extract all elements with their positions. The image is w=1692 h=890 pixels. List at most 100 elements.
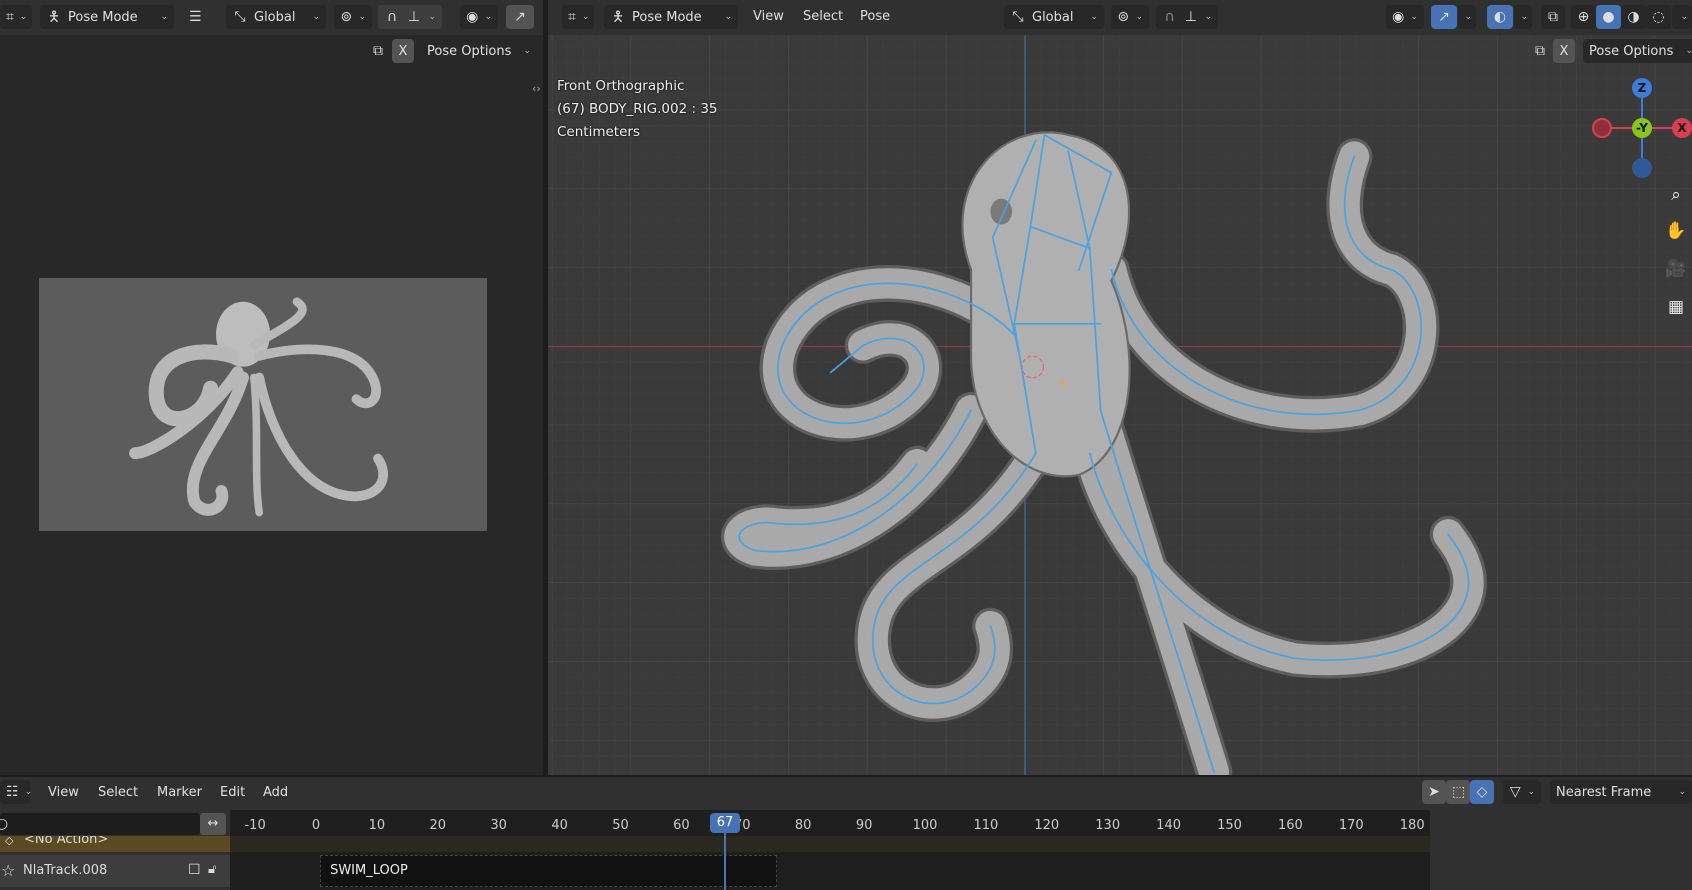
gizmo-neg-z-axis[interactable] bbox=[1632, 158, 1652, 178]
ruler-tick-label: 160 bbox=[1277, 818, 1303, 833]
ruler-tick-label: 20 bbox=[429, 818, 447, 833]
pose-mode-icon: 🯅 bbox=[47, 9, 61, 25]
lock-icon[interactable]: 🔓︎ bbox=[208, 862, 216, 877]
orientation-dropdown[interactable]: ⤡ Global ⌄ bbox=[1004, 5, 1104, 29]
gizmo-z-axis[interactable]: Z bbox=[1632, 78, 1652, 98]
menu-edit[interactable]: Edit bbox=[220, 785, 245, 800]
ruler-tick-label: 170 bbox=[1338, 818, 1364, 833]
nla-editor: ☷ ⌄ View Select Marker Edit Add ➤ ⬚ ◇ ▽ ⌄ … bbox=[0, 777, 1692, 890]
pivot-icon: ⊚ bbox=[340, 9, 353, 25]
shading-material[interactable]: ◑ bbox=[1621, 5, 1646, 29]
grid-view-icon[interactable]: ▦ bbox=[1664, 297, 1688, 321]
filter-dropdown[interactable]: ▽ ⌄ bbox=[1503, 780, 1541, 804]
ruler-tick-label: -10 bbox=[244, 818, 266, 833]
editor-type-button[interactable]: ⌗ ⌄ bbox=[562, 5, 594, 29]
solo-checkbox[interactable]: ☐ bbox=[188, 862, 201, 878]
editor-type-button[interactable]: ☷ ⌄ bbox=[0, 780, 32, 804]
ruler-tick-label: 90 bbox=[855, 818, 873, 833]
keyframe-icon: ◇ bbox=[5, 836, 14, 847]
camera-icon[interactable]: 🎥 bbox=[1664, 259, 1688, 283]
shading-solid[interactable]: ● bbox=[1596, 5, 1621, 29]
area-resize-handle[interactable]: ‹› bbox=[532, 82, 541, 95]
nla-ruler[interactable]: -10 0 10 20 30 40 50 60 70 80 90 100 110 120 130 140 150… bbox=[230, 810, 1430, 836]
ruler-tick-label: 30 bbox=[490, 818, 507, 833]
gizmo-toggle[interactable]: ↗ bbox=[1431, 5, 1457, 29]
mode-dropdown[interactable]: 🯅 Pose Mode ⌄ bbox=[40, 5, 174, 29]
shading-dropdown[interactable]: ⌄ bbox=[1672, 5, 1692, 29]
xray-toggle[interactable]: ⧉ bbox=[1541, 5, 1565, 29]
visibility-dropdown[interactable]: ◉ ⌄ bbox=[1386, 5, 1424, 29]
pose-options-dropdown[interactable]: Pose Options ⌄ bbox=[421, 39, 537, 63]
snap-icon: ∩ bbox=[1164, 9, 1175, 25]
orientation-dropdown[interactable]: ⤡ Global ⌄ bbox=[226, 5, 326, 29]
ruler-tick-label: 60 bbox=[673, 818, 690, 833]
solid-icon: ● bbox=[1602, 9, 1615, 25]
transform-orientation-icon: ⤡ bbox=[234, 9, 246, 25]
pivot-dropdown[interactable]: ⊚ ⌄ bbox=[334, 5, 372, 29]
x-mirror-button[interactable]: X bbox=[392, 39, 414, 63]
snap-icon: ∩ bbox=[386, 9, 398, 25]
filter-icon: ▽ bbox=[1509, 784, 1521, 800]
object-info: (67) BODY_RIG.002 : 35 bbox=[557, 101, 718, 117]
snap-increment-icon: ⊥ bbox=[1184, 9, 1197, 25]
nla-strip-swim-loop[interactable]: SWIM_LOOP bbox=[320, 855, 777, 887]
menu-view[interactable]: View bbox=[753, 9, 784, 24]
mirror-icon: ⧉ bbox=[373, 43, 383, 59]
tweak-tool[interactable]: ◇ bbox=[1470, 780, 1494, 804]
pose-options-dropdown[interactable]: Pose Options ⌄ bbox=[1583, 39, 1692, 63]
rendered-icon: ◌ bbox=[1652, 9, 1665, 25]
ruler-tick-label: 120 bbox=[1034, 818, 1060, 833]
overlays-dropdown[interactable]: ⌄ bbox=[1514, 5, 1532, 29]
channel-no-action[interactable]: ◇ <No Action> bbox=[0, 836, 230, 852]
gizmo-toggle[interactable]: ↗ bbox=[506, 5, 534, 29]
swap-button[interactable]: ↔ bbox=[200, 813, 226, 835]
units-label: Centimeters bbox=[557, 124, 640, 140]
menu-add[interactable]: Add bbox=[263, 785, 288, 800]
nla-editor-icon: ☷ bbox=[6, 784, 19, 800]
viewport-scene bbox=[548, 35, 1692, 775]
ruler-tick-label: 0 bbox=[311, 818, 321, 833]
channel-search[interactable]: ○ bbox=[0, 813, 200, 835]
editor-type-button[interactable]: ⌗ ⌄ bbox=[0, 5, 32, 29]
menu-marker[interactable]: Marker bbox=[157, 785, 202, 800]
snap-toggle[interactable]: ∩ ⊥ ⌄ bbox=[1156, 5, 1218, 29]
gizmo-icon: ↗ bbox=[1438, 9, 1450, 25]
visibility-icon: ◉ bbox=[466, 9, 479, 25]
gizmo-neg-x-axis[interactable] bbox=[1592, 118, 1612, 138]
gizmo-dropdown[interactable]: ⌄ bbox=[1458, 5, 1476, 29]
pan-hand-icon[interactable]: ✋ bbox=[1664, 221, 1688, 245]
select-tool[interactable]: ➤ bbox=[1422, 780, 1446, 804]
xray-icon: ⧉ bbox=[1548, 9, 1558, 25]
gizmo-x-axis[interactable]: X bbox=[1672, 118, 1692, 138]
3d-viewport[interactable]: ⌗ ⌄ 🯅 Pose Mode ⌄ View Select Pose ⤡ Global ⌄… bbox=[548, 0, 1692, 775]
pivot-dropdown[interactable]: ⊚ ⌄ bbox=[1111, 5, 1149, 29]
snap-mode-dropdown[interactable]: Nearest Frame ⌄ bbox=[1550, 780, 1692, 804]
view-name: Front Orthographic bbox=[557, 78, 685, 94]
overlays-toggle[interactable]: ◐ bbox=[1487, 5, 1513, 29]
shading-rendered[interactable]: ◌ bbox=[1646, 5, 1671, 29]
box-select-icon: ⬚ bbox=[1452, 784, 1466, 800]
shading-wireframe[interactable]: ⊕ bbox=[1571, 5, 1596, 29]
hamburger-menu[interactable]: ☰ bbox=[183, 5, 207, 29]
snap-toggle[interactable]: ∩ ⊥ ⌄ bbox=[378, 5, 442, 29]
box-select-tool[interactable]: ⬚ bbox=[1446, 780, 1470, 804]
menu-select[interactable]: Select bbox=[803, 9, 843, 24]
hamburger-icon: ☰ bbox=[189, 9, 202, 25]
channel-nla-track[interactable]: ☆ NlaTrack.008 ☐ 🔓︎ bbox=[0, 855, 230, 887]
x-mirror-button[interactable]: X bbox=[1553, 39, 1575, 63]
current-frame-indicator[interactable]: 67 bbox=[710, 813, 741, 833]
star-icon[interactable]: ☆ bbox=[1, 861, 15, 880]
visibility-dropdown[interactable]: ◉ ⌄ bbox=[460, 5, 498, 29]
menu-pose[interactable]: Pose bbox=[860, 9, 890, 24]
ruler-tick-label: 80 bbox=[794, 818, 812, 833]
ruler-tick-label: 100 bbox=[912, 818, 938, 833]
gizmo-y-axis[interactable]: -Y bbox=[1632, 118, 1652, 138]
ruler-tick-label: 110 bbox=[973, 818, 999, 833]
pose-mode-icon: 🯅 bbox=[611, 9, 625, 25]
menu-view[interactable]: View bbox=[48, 785, 79, 800]
zoom-icon[interactable]: ⌕ bbox=[1664, 185, 1688, 209]
reference-image bbox=[39, 278, 487, 531]
mode-dropdown[interactable]: 🯅 Pose Mode ⌄ bbox=[604, 5, 738, 29]
menu-select[interactable]: Select bbox=[98, 785, 138, 800]
ruler-tick-label: 130 bbox=[1095, 818, 1121, 833]
